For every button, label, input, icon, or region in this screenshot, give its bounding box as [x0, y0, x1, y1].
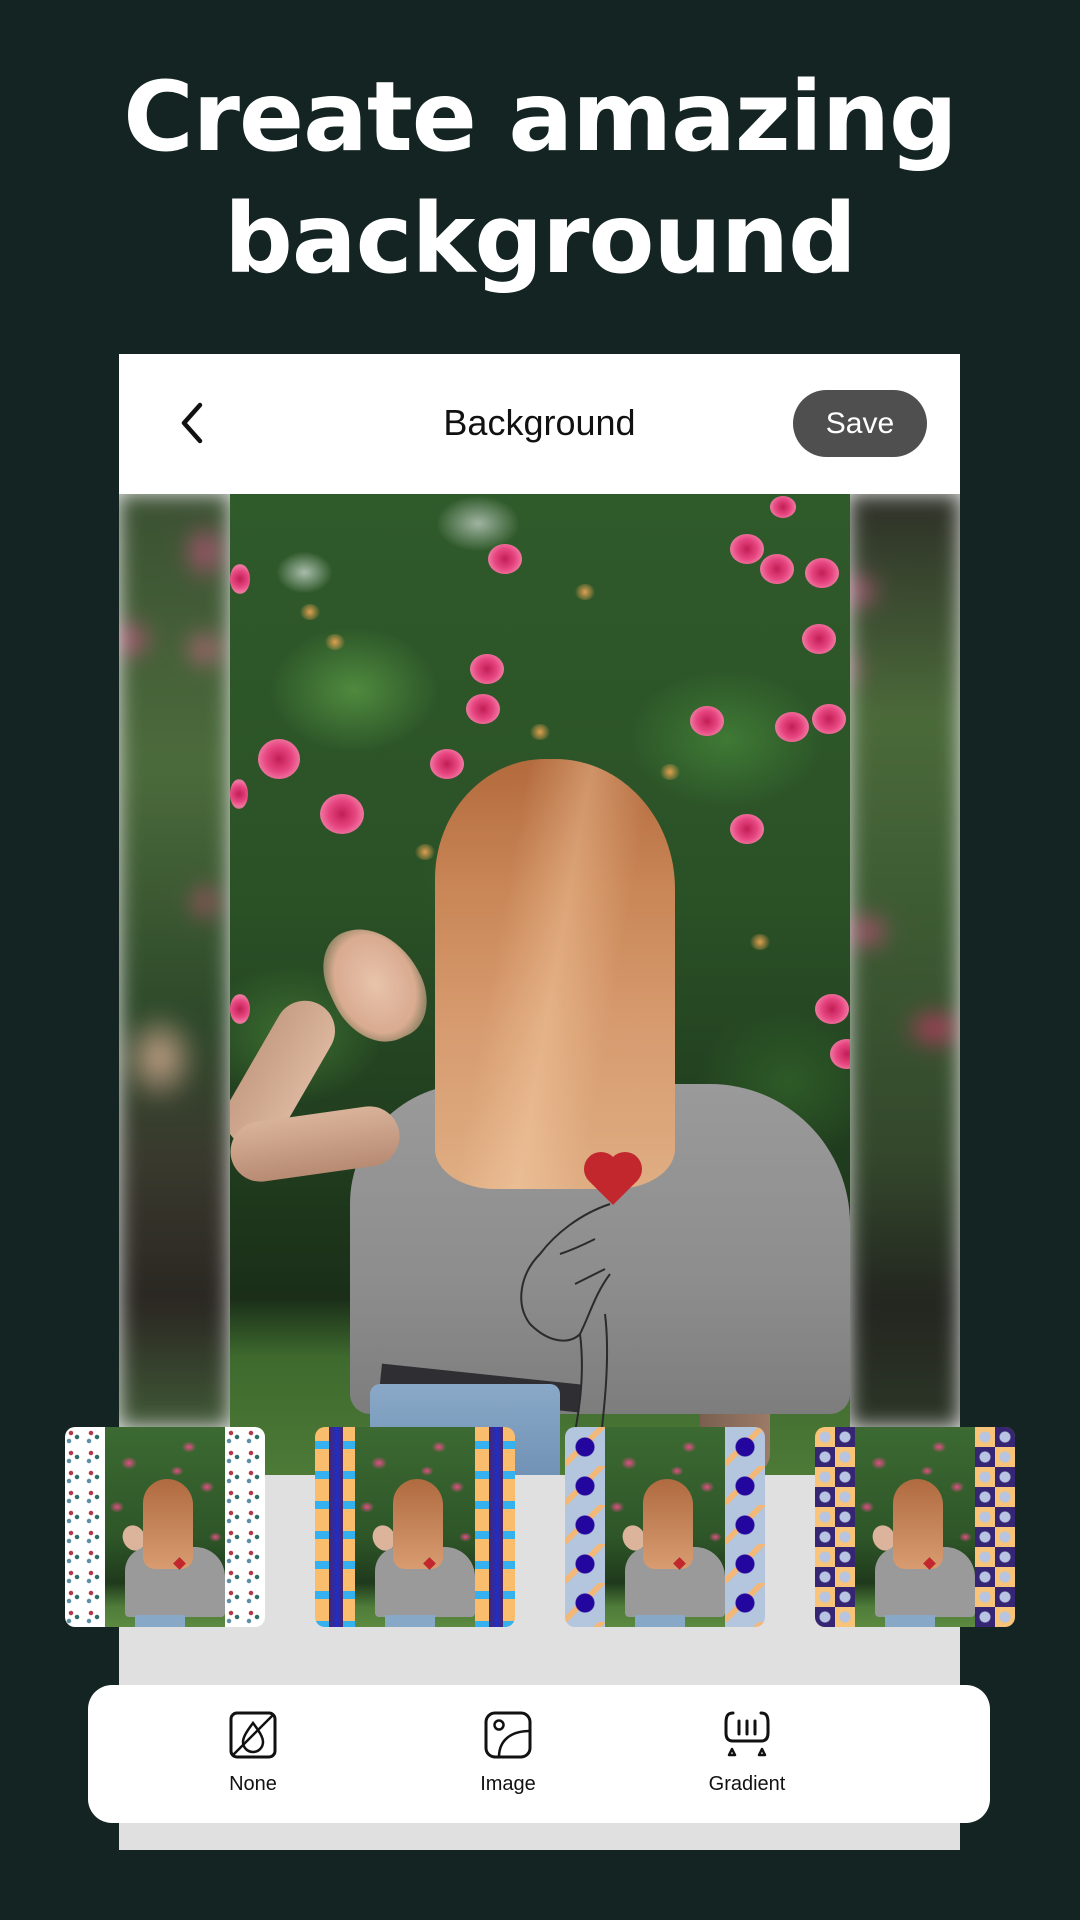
background-type-toolbar: None Image Gradient	[88, 1685, 990, 1823]
pattern-thumbnail-plaid[interactable]	[315, 1427, 515, 1627]
pattern-swatch	[315, 1427, 355, 1627]
top-bar: Background Save	[119, 354, 960, 494]
gradient-icon	[724, 1711, 770, 1757]
photo-preview[interactable]	[119, 494, 960, 1475]
image-icon	[484, 1711, 532, 1759]
thumbnail-photo	[605, 1427, 725, 1627]
blurred-background-left	[119, 494, 230, 1427]
blurred-background-right	[849, 494, 960, 1427]
portrait-photo	[230, 494, 850, 1475]
tool-gradient-label: Gradient	[708, 1773, 786, 1795]
pattern-swatch	[565, 1427, 605, 1627]
headline-line-2: background	[224, 183, 857, 295]
pattern-swatch	[475, 1427, 515, 1627]
pattern-swatch	[815, 1427, 855, 1627]
pattern-swatch	[225, 1427, 265, 1627]
thumbnail-photo	[355, 1427, 475, 1627]
pattern-thumbnail-strip	[65, 1427, 1015, 1627]
thumbnail-photo	[105, 1427, 225, 1627]
headline-line-1: Create amazing	[123, 61, 958, 173]
pattern-thumbnail-checker[interactable]	[815, 1427, 1015, 1627]
tool-none-label: None	[229, 1773, 277, 1795]
pattern-swatch	[65, 1427, 105, 1627]
pattern-thumbnail-circles[interactable]	[565, 1427, 765, 1627]
no-background-icon	[229, 1711, 277, 1759]
tool-image[interactable]: Image	[438, 1709, 578, 1809]
tool-image-label: Image	[480, 1773, 536, 1795]
tool-none[interactable]: None	[183, 1709, 323, 1809]
tool-gradient[interactable]: Gradient	[677, 1709, 817, 1809]
pattern-thumbnail-white-dots[interactable]	[65, 1427, 265, 1627]
save-button[interactable]: Save	[793, 390, 927, 457]
pattern-swatch	[975, 1427, 1015, 1627]
thumbnail-photo	[855, 1427, 975, 1627]
pattern-swatch	[725, 1427, 765, 1627]
headline: Create amazing background	[0, 56, 1080, 300]
